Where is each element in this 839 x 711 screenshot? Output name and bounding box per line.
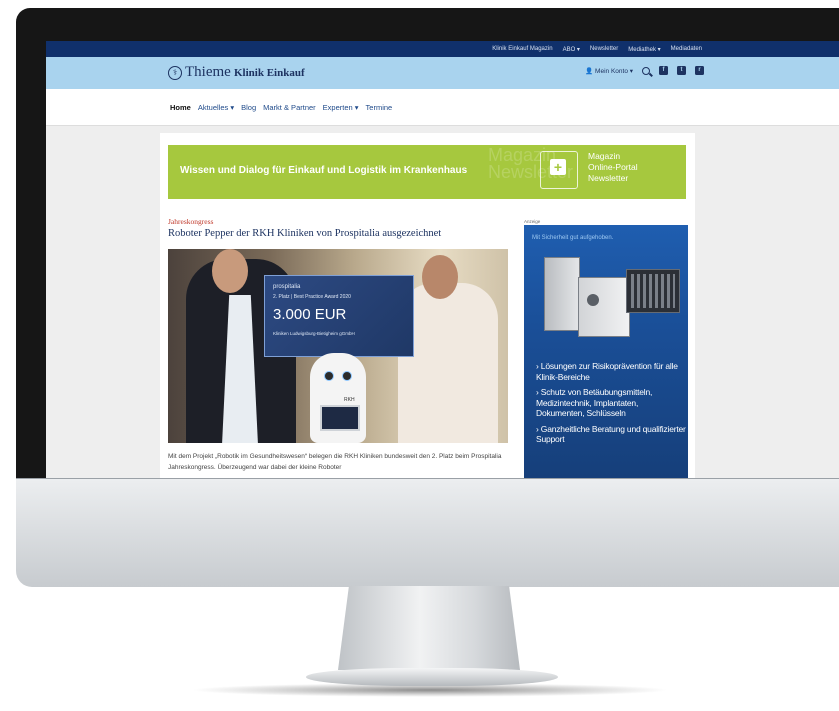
utility-link-mediathek[interactable]: Mediathek ▾	[628, 46, 660, 53]
facebook-icon[interactable]: f	[659, 66, 668, 75]
robot-eye	[324, 371, 334, 381]
ad-bullet: › Schutz von Betäubungsmitteln, Medizint…	[536, 387, 653, 418]
person-right-head	[422, 255, 458, 299]
thieme-emblem-icon: ⚕	[168, 65, 182, 80]
article-teaser: Mit dem Projekt „Robotik im Gesundheitsw…	[168, 453, 502, 471]
cheque-amount: 3.000 EUR	[273, 306, 347, 323]
account-menu[interactable]: 👤 Mein Konto ▾	[585, 67, 633, 75]
safe-open-image	[578, 277, 630, 337]
cheque-award: 2. Platz | Best Practice Award 2020	[273, 294, 351, 300]
utility-link-abo[interactable]: ABO ▾	[563, 46, 580, 53]
robot-tag: RKH	[344, 397, 355, 403]
robot-tablet	[320, 405, 360, 431]
header-tools: 👤 Mein Konto ▾ f t r	[585, 66, 704, 75]
rss-icon[interactable]: r	[695, 66, 704, 75]
nav-item-markt-partner[interactable]: Markt & Partner	[263, 103, 316, 112]
robot-eye	[342, 371, 352, 381]
user-icon: 👤	[585, 67, 594, 75]
pepper-robot: RKH	[310, 353, 366, 443]
thieme-logo[interactable]: ⚕ Thieme	[168, 64, 231, 81]
monitor-stand-base	[306, 668, 558, 686]
monitor-screen: Klinik Einkauf Magazin ABO ▾ Newsletter …	[46, 41, 839, 478]
monitor-chin	[16, 478, 839, 587]
nav-item-termine[interactable]: Termine	[366, 103, 393, 112]
ad-bullet-list: › Lösungen zur Risikoprävention für alle…	[536, 361, 686, 450]
cheque-brand: prospitalia	[273, 284, 301, 290]
article-photo[interactable]: prospitalia 2. Platz | Best Practice Awa…	[168, 249, 508, 443]
main-content: Magazin Newsletter Wissen und Dialog für…	[160, 133, 695, 478]
banner-tagline: Wissen und Dialog für Einkauf und Logist…	[180, 165, 468, 176]
article-kicker[interactable]: Jahreskongress	[168, 217, 213, 226]
utility-link-mediadaten[interactable]: Mediadaten	[671, 46, 702, 52]
main-navigation: Home Aktuelles ▾ Blog Markt & Partner Ex…	[46, 89, 839, 126]
ad-slogan: Mit Sicherheit gut aufgehoben.	[532, 235, 614, 241]
ad-bullet: › Ganzheitliche Beratung und qualifizier…	[536, 423, 686, 445]
utility-links: Klinik Einkauf Magazin ABO ▾ Newsletter …	[492, 41, 702, 57]
utility-link-magazin[interactable]: Klinik Einkauf Magazin	[492, 46, 552, 52]
person-left-head	[212, 249, 248, 293]
site-name[interactable]: Klinik Einkauf	[234, 67, 305, 79]
twitter-icon[interactable]: t	[677, 66, 686, 75]
logo-text: Thieme	[185, 64, 231, 80]
search-icon[interactable]	[642, 66, 650, 75]
brand-header: ⚕ Thieme Klinik Einkauf 👤 Mein Konto ▾ f…	[46, 57, 839, 89]
monitor-stand-neck	[338, 586, 520, 670]
utility-link-newsletter[interactable]: Newsletter	[590, 46, 618, 52]
banner-offer-list: Magazin Online-Portal Newsletter	[588, 151, 638, 184]
nav-item-experten[interactable]: Experten ▾	[323, 103, 359, 112]
top-utility-bar: Klinik Einkauf Magazin ABO ▾ Newsletter …	[46, 41, 839, 57]
award-cheque: prospitalia 2. Platz | Best Practice Awa…	[264, 275, 414, 357]
ad-bullet: › Lösungen zur Risikoprävention für alle…	[536, 361, 678, 382]
ad-label: Anzeige	[524, 219, 541, 224]
plus-icon: +	[550, 159, 566, 175]
nav-item-home[interactable]: Home	[170, 103, 191, 112]
banner-list-item: Online-Portal	[588, 162, 638, 172]
cheque-recipient: Kliniken Ludwigsburg-Bietigheim gGmbH	[273, 331, 355, 336]
nav-item-aktuelles[interactable]: Aktuelles ▾	[198, 103, 234, 112]
shopping-cart-icon: +	[540, 151, 578, 189]
safe-cabinet-image	[544, 257, 580, 331]
key-cabinet-image	[626, 269, 680, 313]
article-headline[interactable]: Roboter Pepper der RKH Kliniken von Pros…	[168, 228, 441, 239]
banner-list-item: Magazin	[588, 151, 621, 161]
promo-banner[interactable]: Magazin Newsletter Wissen und Dialog für…	[168, 145, 686, 199]
banner-list-item: Newsletter	[588, 173, 629, 183]
nav-item-blog[interactable]: Blog	[241, 103, 256, 112]
sidebar-advertisement[interactable]: Mit Sicherheit gut aufgehoben. › Lösunge…	[524, 225, 688, 478]
account-label: Mein Konto ▾	[595, 67, 633, 75]
